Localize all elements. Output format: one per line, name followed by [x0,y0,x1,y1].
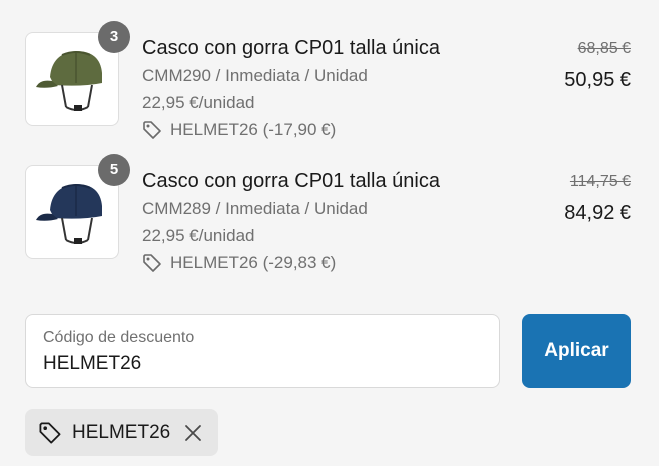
order-summary: 3 Casco con gorra CP01 talla única CMM29… [0,0,659,466]
line-item: 3 Casco con gorra CP01 talla única CMM29… [25,21,631,152]
remove-discount-button[interactable] [184,424,202,442]
line-item: 5 Casco con gorra CP01 talla única CMM28… [25,154,631,285]
final-price: 84,92 € [564,202,631,224]
old-price: 114,75 € [569,173,631,190]
item-title: Casco con gorra CP01 talla única [142,37,440,59]
item-unit-price: 22,95 €/unidad [142,93,255,112]
close-icon[interactable] [184,424,202,442]
item-meta: CMM289 / Inmediata / Unidad [142,199,368,218]
item-unit-price: 22,95 €/unidad [142,226,255,245]
applied-discount-chip: HELMET26 [25,409,218,456]
item-prices: 114,75 € 84,92 € [564,172,631,226]
item-discount-text: HELMET26 (-29,83 €) [170,253,337,272]
item-discount-text: HELMET26 (-17,90 €) [170,120,337,139]
item-info: Casco con gorra CP01 talla única CMM289 … [142,168,502,274]
old-price: 68,85 € [577,40,631,57]
quantity-badge: 5 [98,154,130,186]
green-helmet-cap-image [36,51,102,111]
item-discount: HELMET26 (-17,90 €) [142,119,502,141]
applied-discount-label: HELMET26 [72,421,171,443]
item-prices: 68,85 € 50,95 € [564,39,631,93]
tag-icon [39,422,61,443]
tag-icon [143,254,161,272]
quantity-badge: 3 [98,21,130,53]
tag-icon [143,121,161,139]
navy-helmet-cap-image [36,184,102,244]
discount-code-input[interactable]: HELMET26 [43,353,141,375]
final-price: 50,95 € [564,69,631,91]
apply-button[interactable]: Aplicar [522,314,631,388]
discount-code-field[interactable]: Código de descuento HELMET26 [25,314,500,388]
item-meta: CMM290 / Inmediata / Unidad [142,66,368,85]
item-discount: HELMET26 (-29,83 €) [142,252,502,274]
item-info: Casco con gorra CP01 talla única CMM290 … [142,35,502,141]
item-title: Casco con gorra CP01 talla única [142,170,440,192]
discount-code-label: Código de descuento [43,329,195,346]
